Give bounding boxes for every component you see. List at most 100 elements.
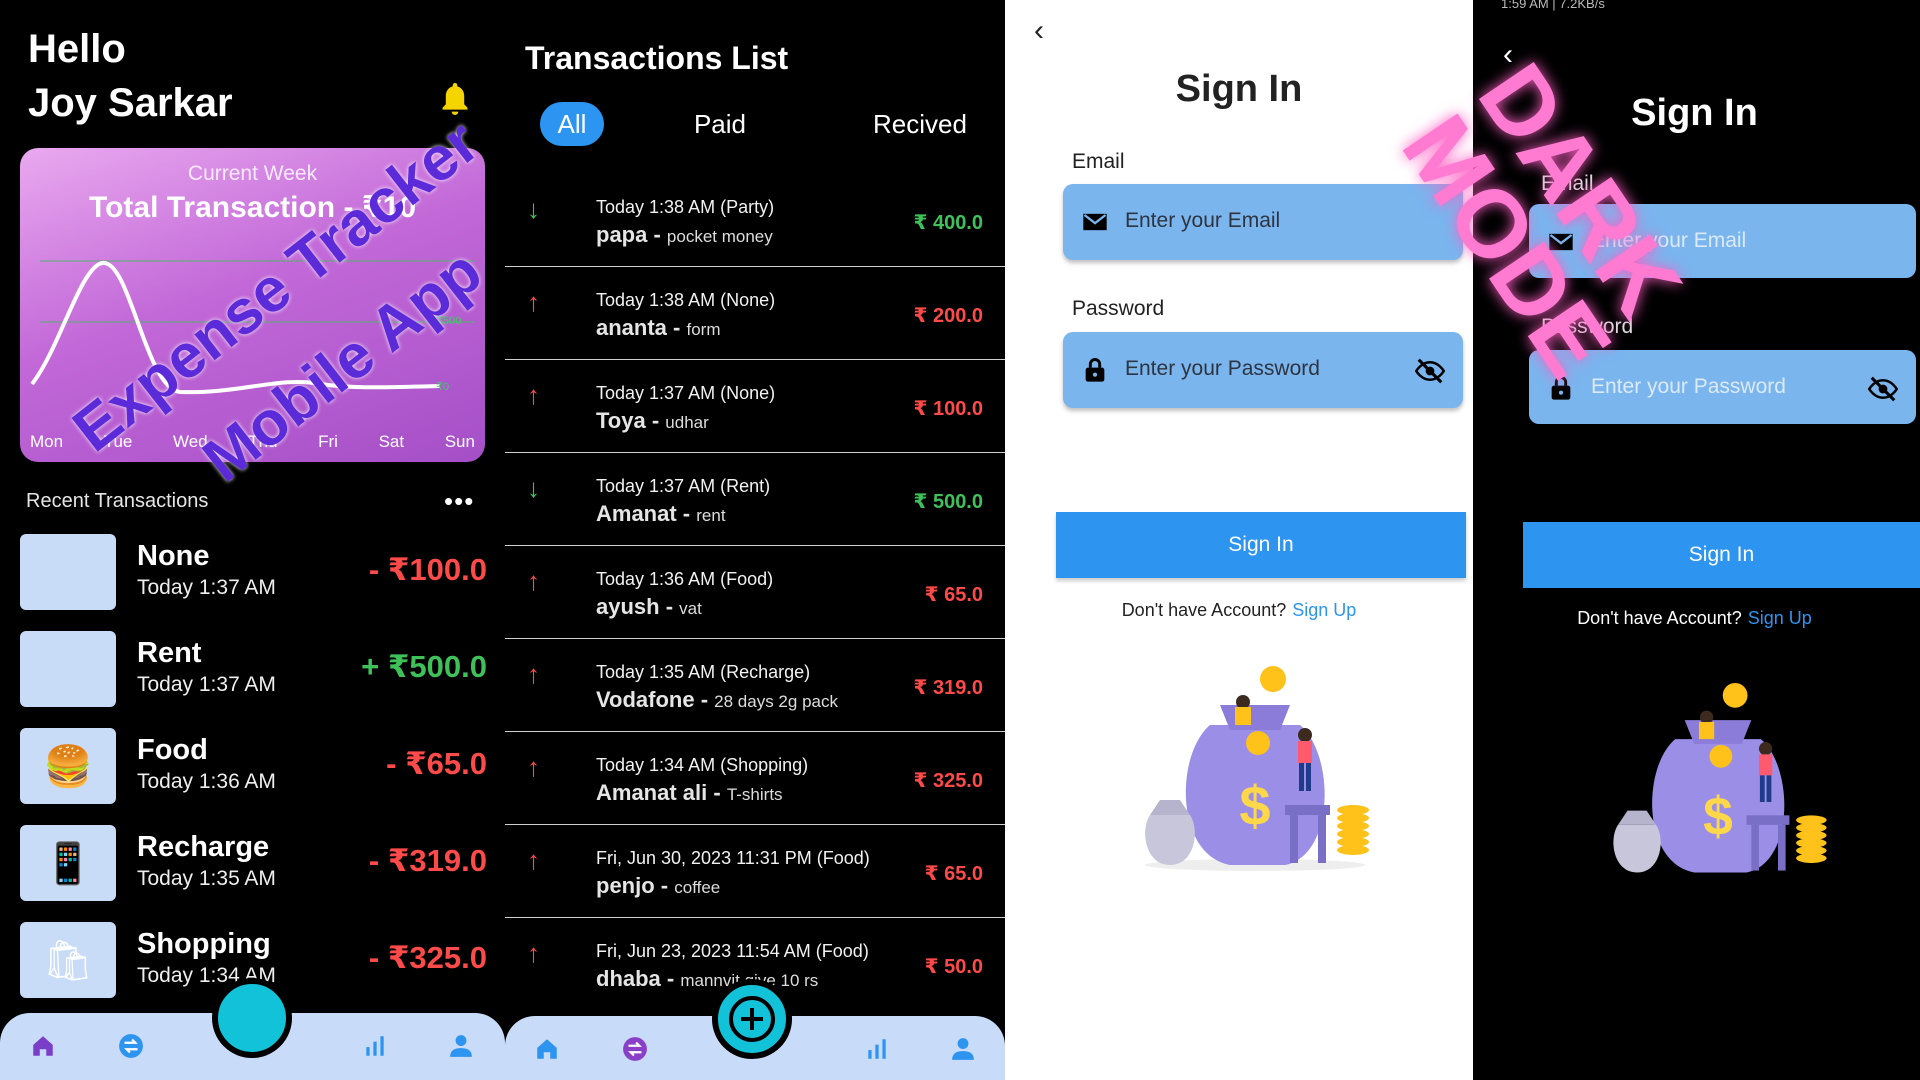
transaction-name: ayush - vat: [596, 594, 702, 619]
recent-item[interactable]: 🍔 Food Today 1:36 AM - ₹65.0: [18, 728, 493, 825]
signup-prompt: Don't have Account? Sign Up: [1473, 608, 1918, 629]
profile-icon[interactable]: [448, 1033, 474, 1059]
category-thumbnail: [20, 631, 116, 707]
arrow-up-icon: ↑: [527, 845, 540, 875]
page-title: Transactions List: [525, 40, 789, 76]
transaction-note: form: [686, 320, 721, 339]
transaction-row[interactable]: ↑ Today 1:37 AM (None) Toya - udhar ₹ 10…: [505, 360, 1005, 453]
signin-button[interactable]: Sign In: [1523, 522, 1920, 588]
transaction-row[interactable]: ↓ Today 1:37 AM (Rent) Amanat - rent ₹ 5…: [505, 453, 1005, 546]
food-icon: 🍔: [20, 728, 116, 804]
password-placeholder: Enter your Password: [1125, 357, 1320, 380]
transaction-note: 28 days 2g pack: [714, 692, 838, 711]
transaction-name: papa - pocket money: [596, 222, 773, 247]
transactions-screen: Transactions List All Paid Recived ↓ Tod…: [505, 0, 1005, 1080]
tab-all[interactable]: All: [540, 102, 604, 146]
transaction-row[interactable]: ↑ Today 1:34 AM (Shopping) Amanat ali - …: [505, 732, 1005, 825]
arrow-up-icon: ↑: [527, 659, 540, 689]
transaction-note: pocket money: [666, 227, 773, 246]
arrow-up-icon: ↑: [527, 752, 540, 782]
recent-item-time: Today 1:37 AM: [137, 576, 276, 599]
signup-prompt: Don't have Account? Sign Up: [1005, 600, 1473, 621]
svg-text:$: $: [1703, 787, 1733, 846]
transaction-meta: Fri, Jun 23, 2023 11:54 AM (Food): [596, 941, 869, 961]
transaction-meta: Fri, Jun 30, 2023 11:31 PM (Food): [596, 848, 870, 868]
transaction-amount: ₹ 65.0: [924, 863, 983, 885]
recent-item-name: Food: [137, 734, 208, 766]
transaction-row[interactable]: ↑ Today 1:36 AM (Food) ayush - vat ₹ 65.…: [505, 546, 1005, 639]
money-bag-illustration: $: [1145, 666, 1369, 871]
transaction-meta: Today 1:36 AM (Food): [596, 569, 774, 589]
chart-icon[interactable]: [864, 1036, 890, 1062]
transaction-meta: Today 1:35 AM (Recharge): [596, 662, 811, 682]
no-account-text: Don't have Account?: [1121, 600, 1287, 620]
password-field[interactable]: Enter your Password: [1063, 332, 1463, 408]
eye-off-icon[interactable]: [1415, 356, 1445, 386]
home-icon[interactable]: [30, 1033, 56, 1059]
transaction-amount: ₹ 50.0: [924, 956, 983, 978]
payee: penjo: [596, 873, 655, 898]
add-transaction-fab[interactable]: [212, 978, 292, 1058]
transaction-name: Vodafone - 28 days 2g pack: [596, 687, 838, 712]
password-label: Password: [1072, 297, 1165, 320]
transaction-amount: ₹ 325.0: [913, 770, 983, 792]
back-chevron-icon[interactable]: ‹: [1034, 14, 1044, 48]
arrow-up-icon: ↑: [527, 380, 540, 410]
payee: papa: [596, 222, 648, 247]
category-thumbnail: [20, 534, 116, 610]
profile-icon[interactable]: [950, 1036, 976, 1062]
transfer-icon[interactable]: [118, 1033, 144, 1059]
payee: Vodafone: [596, 687, 701, 712]
recent-item-name: None: [137, 540, 210, 572]
home-icon[interactable]: [534, 1036, 560, 1062]
mail-icon: [1083, 213, 1107, 231]
recent-item-name: Recharge: [137, 831, 270, 863]
recent-item[interactable]: None Today 1:37 AM - ₹100.0: [18, 534, 493, 631]
transaction-note: udhar: [665, 413, 709, 432]
recent-item[interactable]: 📱 Recharge Today 1:35 AM - ₹319.0: [18, 825, 493, 922]
transaction-row[interactable]: ↑ Today 1:35 AM (Recharge) Vodafone - 28…: [505, 639, 1005, 732]
back-chevron-icon[interactable]: ‹: [1503, 38, 1513, 72]
transaction-name: dhaba - mannvit give 10 rs: [596, 966, 819, 991]
day-sat: Sat: [378, 432, 405, 451]
transaction-name: Toya - udhar: [596, 408, 709, 433]
email-field[interactable]: Enter your Email: [1063, 184, 1463, 260]
signin-title: Sign In: [1175, 68, 1303, 110]
transaction-name: Amanat ali - T-shirts: [596, 780, 783, 805]
chart-icon[interactable]: [362, 1033, 388, 1059]
recent-item-amount: - ₹100.0: [368, 552, 487, 587]
eye-off-icon[interactable]: [1868, 374, 1898, 404]
transaction-row[interactable]: ↑ Fri, Jun 30, 2023 11:31 PM (Food) penj…: [505, 825, 1005, 918]
signin-button[interactable]: Sign In: [1056, 512, 1466, 578]
arrow-up-icon: ↑: [527, 566, 540, 596]
transaction-meta: Today 1:38 AM (Party): [596, 197, 775, 217]
add-transaction-fab[interactable]: [712, 979, 792, 1059]
transaction-meta: Today 1:37 AM (None): [596, 383, 776, 403]
transaction-amount: ₹ 200.0: [913, 305, 983, 327]
tab-paid[interactable]: Paid: [675, 102, 765, 146]
signup-link[interactable]: Sign Up: [1748, 608, 1812, 628]
day-sun: Sun: [444, 432, 475, 451]
shopping-bag-icon: 🛍: [20, 922, 116, 998]
transaction-name: Amanat - rent: [596, 501, 726, 526]
transaction-meta: Today 1:34 AM (Shopping): [596, 755, 809, 775]
recent-item-amount: - ₹319.0: [368, 843, 487, 878]
password-placeholder: Enter your Password: [1591, 375, 1786, 398]
transaction-row[interactable]: ↑ Today 1:38 AM (None) ananta - form ₹ 2…: [505, 267, 1005, 360]
user-name: Joy Sarkar: [28, 81, 233, 125]
transaction-amount: ₹ 100.0: [913, 398, 983, 420]
more-options-icon[interactable]: •••: [444, 486, 474, 517]
day-mon: Mon: [30, 432, 64, 451]
recent-item[interactable]: Rent Today 1:37 AM + ₹500.0: [18, 631, 493, 728]
email-placeholder: Enter your Email: [1125, 209, 1281, 232]
plus-circle-icon: [729, 996, 775, 1042]
transfer-icon[interactable]: [622, 1036, 648, 1062]
recent-item-name: Rent: [137, 637, 202, 669]
day-fri: Fri: [318, 432, 338, 451]
chart-label-0: ₹0: [436, 381, 449, 393]
recent-item-amount: - ₹65.0: [386, 746, 487, 781]
payee: ayush: [596, 594, 660, 619]
tab-received[interactable]: Recived: [855, 102, 985, 146]
signup-link[interactable]: Sign Up: [1292, 600, 1356, 620]
transaction-row[interactable]: ↓ Today 1:38 AM (Party) papa - pocket mo…: [505, 174, 1005, 267]
